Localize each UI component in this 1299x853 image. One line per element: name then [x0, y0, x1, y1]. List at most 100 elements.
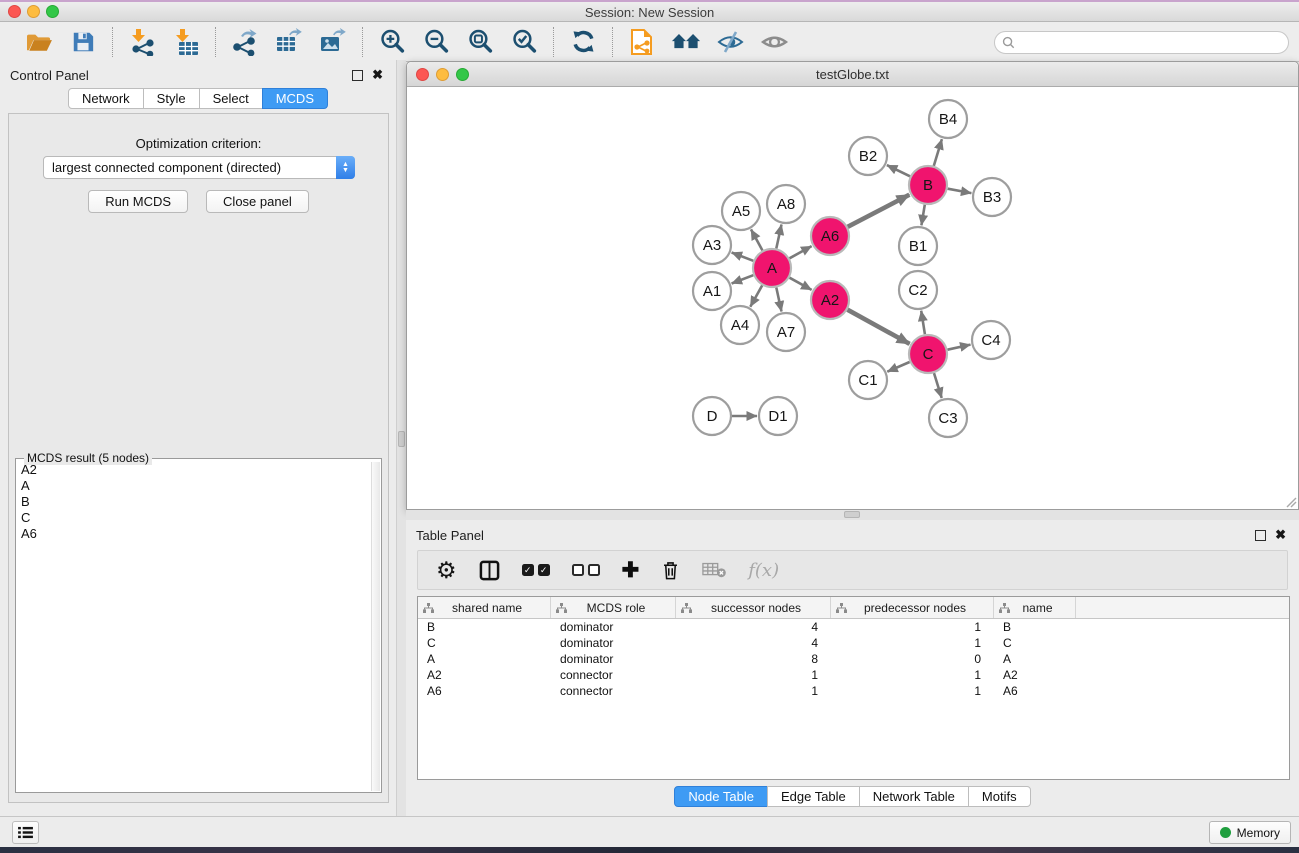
graph-node-A1[interactable]: A1	[693, 272, 731, 310]
tab-node-table[interactable]: Node Table	[674, 786, 768, 807]
run-mcds-button[interactable]: Run MCDS	[88, 190, 188, 213]
column-header-MCDS-role[interactable]: MCDS role	[551, 597, 676, 618]
graph-edge-C-C1[interactable]	[887, 362, 909, 372]
graph-edge-A-A7[interactable]	[776, 288, 781, 312]
node-table[interactable]: shared nameMCDS rolesuccessor nodesprede…	[417, 596, 1290, 780]
divider-grip[interactable]	[398, 431, 405, 447]
graph-edge-A-A2[interactable]	[790, 278, 812, 290]
result-list-scrollbar[interactable]	[371, 462, 380, 791]
graph-node-A2[interactable]: A2	[811, 281, 849, 319]
window-resize-grip[interactable]	[1285, 496, 1297, 508]
column-header-shared-name[interactable]: shared name	[418, 597, 551, 618]
export-table-icon[interactable]	[274, 27, 304, 57]
divider-grip[interactable]	[844, 511, 860, 518]
close-panel-button[interactable]: Close panel	[206, 190, 309, 213]
column-header-successor-nodes[interactable]: successor nodes	[676, 597, 831, 618]
graph-edge-A6-B[interactable]	[848, 195, 910, 227]
table-settings-icon[interactable]: ⚙	[436, 559, 457, 582]
graph-edge-A-A1[interactable]	[732, 275, 754, 283]
table-row-C[interactable]: Cdominator41C	[418, 635, 1289, 651]
graph-node-C1[interactable]: C1	[849, 361, 887, 399]
add-column-icon[interactable]: ✚	[622, 560, 640, 581]
graph-edge-A2-C[interactable]	[848, 310, 910, 344]
task-history-button[interactable]	[12, 821, 39, 844]
graph-edge-B-B4[interactable]	[934, 139, 942, 166]
tab-style[interactable]: Style	[143, 88, 200, 109]
tab-mcds[interactable]: MCDS	[262, 88, 328, 109]
tab-network[interactable]: Network	[68, 88, 144, 109]
graph-node-A4[interactable]: A4	[721, 306, 759, 344]
graph-edge-A-A3[interactable]	[732, 253, 754, 261]
network-canvas[interactable]: B4B2BB3A8A5A6A3B1AC2A1A2A4A7C4CC1DD1C3	[407, 87, 1298, 509]
graph-node-A8[interactable]: A8	[767, 185, 805, 223]
export-image-icon[interactable]	[318, 27, 348, 57]
delete-column-icon[interactable]	[661, 559, 680, 581]
result-item-b[interactable]: B	[17, 494, 370, 510]
home-icon[interactable]	[671, 27, 701, 57]
vertical-split-divider[interactable]	[397, 60, 406, 818]
open-session-icon[interactable]	[24, 27, 54, 57]
graph-node-C[interactable]: C	[909, 335, 947, 373]
graph-node-D[interactable]: D	[693, 397, 731, 435]
graph-node-B4[interactable]: B4	[929, 100, 967, 138]
horizontal-split-divider[interactable]	[406, 510, 1299, 520]
graph-edge-B-B1[interactable]	[921, 205, 924, 226]
graph-node-B3[interactable]: B3	[973, 178, 1011, 216]
graph-node-B2[interactable]: B2	[849, 137, 887, 175]
column-header-name[interactable]: name	[994, 597, 1076, 618]
graph-node-D1[interactable]: D1	[759, 397, 797, 435]
graph-node-B1[interactable]: B1	[899, 227, 937, 265]
network-window-titlebar[interactable]: testGlobe.txt	[407, 62, 1298, 87]
zoom-out-icon[interactable]	[421, 27, 451, 57]
save-session-icon[interactable]	[68, 27, 98, 57]
graph-edge-A-A4[interactable]	[750, 285, 762, 306]
result-item-a6[interactable]: A6	[17, 526, 370, 542]
mcds-result-list[interactable]: A2ABCA6	[17, 462, 370, 791]
result-item-a2[interactable]: A2	[17, 462, 370, 478]
network-graph[interactable]: B4B2BB3A8A5A6A3B1AC2A1A2A4A7C4CC1DD1C3	[407, 87, 1298, 509]
show-graphics-details-icon[interactable]	[759, 27, 789, 57]
graph-node-C4[interactable]: C4	[972, 321, 1010, 359]
column-header-predecessor-nodes[interactable]: predecessor nodes	[831, 597, 994, 618]
graph-node-A[interactable]: A	[753, 249, 791, 287]
tab-motifs[interactable]: Motifs	[968, 786, 1031, 807]
tab-network-table[interactable]: Network Table	[859, 786, 969, 807]
zoom-in-icon[interactable]	[377, 27, 407, 57]
float-panel-icon[interactable]	[1255, 530, 1266, 541]
graph-edge-C-C2[interactable]	[921, 311, 925, 335]
graph-edge-A-A6[interactable]	[790, 246, 812, 258]
criterion-select[interactable]: largest connected component (directed) ▲…	[43, 156, 355, 179]
window-titlebar[interactable]: Session: New Session	[0, 2, 1299, 22]
tab-select[interactable]: Select	[199, 88, 263, 109]
graph-node-B[interactable]: B	[909, 166, 947, 204]
graph-edge-B-B3[interactable]	[948, 189, 972, 193]
zoom-fit-icon[interactable]	[465, 27, 495, 57]
table-row-A6[interactable]: A6connector11A6	[418, 683, 1289, 699]
graph-edge-B-B2[interactable]	[887, 165, 910, 176]
tab-edge-table[interactable]: Edge Table	[767, 786, 860, 807]
search-input[interactable]	[1019, 36, 1288, 50]
export-network-icon[interactable]	[230, 27, 260, 57]
hide-graphics-details-icon[interactable]	[715, 27, 745, 57]
graph-edge-A-A8[interactable]	[776, 225, 781, 249]
table-row-A[interactable]: Adominator80A	[418, 651, 1289, 667]
graph-edge-A-A5[interactable]	[751, 229, 762, 250]
import-table-icon[interactable]	[171, 27, 201, 57]
zoom-selected-icon[interactable]	[509, 27, 539, 57]
result-item-a[interactable]: A	[17, 478, 370, 494]
graph-edge-C-C3[interactable]	[934, 373, 942, 398]
import-network-icon[interactable]	[127, 27, 157, 57]
float-panel-icon[interactable]	[352, 70, 363, 81]
graph-node-A3[interactable]: A3	[693, 226, 731, 264]
refresh-icon[interactable]	[568, 27, 598, 57]
select-all-checkboxes-icon[interactable]: ✓✓	[522, 564, 550, 576]
network-document-icon[interactable]	[627, 27, 657, 57]
search-field[interactable]	[994, 31, 1289, 54]
graph-node-A7[interactable]: A7	[767, 313, 805, 351]
graph-edge-C-C4[interactable]	[948, 345, 971, 350]
graph-node-C2[interactable]: C2	[899, 271, 937, 309]
close-panel-icon[interactable]: ✖	[372, 67, 383, 83]
deselect-all-checkboxes-icon[interactable]	[572, 564, 600, 576]
table-row-B[interactable]: Bdominator41B	[418, 619, 1289, 635]
result-item-c[interactable]: C	[17, 510, 370, 526]
